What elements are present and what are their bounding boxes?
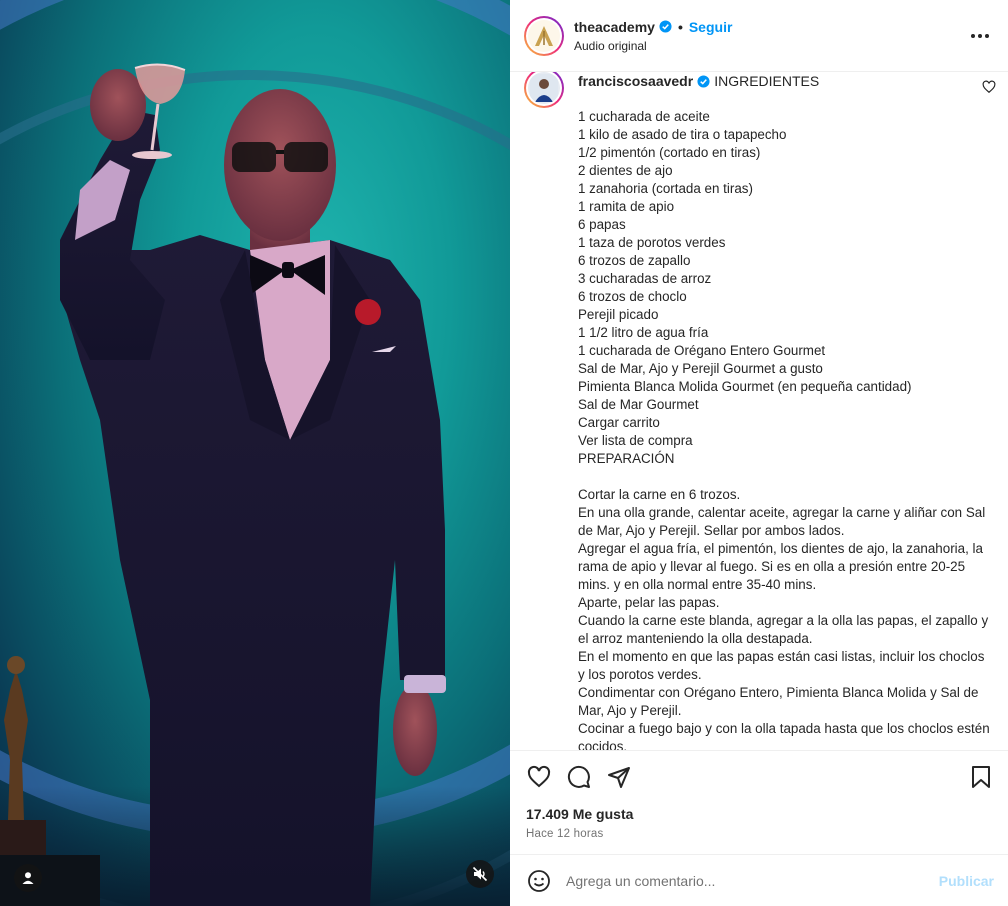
caption-line: Sal de Mar Gourmet <box>578 397 699 412</box>
author-username[interactable]: theacademy <box>574 19 655 35</box>
verified-badge-icon <box>697 74 710 88</box>
post-timestamp[interactable]: Hace 12 horas <box>510 822 1008 854</box>
caption-line: PREPARACIÓN <box>578 451 675 466</box>
caption-line: Condimentar con Orégano Entero, Pimienta… <box>578 685 979 718</box>
post-viewer: theacademy • Seguir Audio original franc… <box>0 0 1008 906</box>
comment-input[interactable] <box>566 872 939 889</box>
send-icon <box>608 766 630 788</box>
verified-badge-icon <box>659 20 672 33</box>
chef-avatar-icon <box>530 74 558 102</box>
share-button[interactable] <box>606 764 632 790</box>
post-video[interactable] <box>0 0 510 906</box>
audio-link[interactable]: Audio original <box>574 39 968 53</box>
user-icon <box>22 872 34 884</box>
comment-composer: Publicar <box>510 854 1008 906</box>
caption-line: Perejil picado <box>578 307 659 322</box>
more-options-button[interactable] <box>968 24 992 48</box>
commenter-avatar[interactable] <box>524 72 564 108</box>
heart-icon <box>527 765 551 787</box>
caption-title: INGREDIENTES <box>714 73 820 89</box>
follow-button[interactable]: Seguir <box>689 19 733 35</box>
muted-speaker-icon <box>472 866 488 882</box>
more-horizontal-icon <box>971 33 989 38</box>
emoji-button[interactable] <box>526 868 552 894</box>
caption-line: 6 trozos de choclo <box>578 289 687 304</box>
caption-line: En el momento en que las papas están cas… <box>578 649 985 682</box>
author-avatar[interactable] <box>524 15 564 56</box>
caption-line: Agregar el agua fría, el pimentón, los d… <box>578 541 983 592</box>
commenter-username[interactable]: franciscosaavedr <box>578 72 693 90</box>
caption-line: En una olla grande, calentar aceite, agr… <box>578 505 986 538</box>
author-info: theacademy • Seguir Audio original <box>574 19 968 53</box>
comment-button[interactable] <box>566 764 592 790</box>
caption-line: Cargar carrito <box>578 415 660 430</box>
mute-button[interactable] <box>466 860 494 888</box>
separator-dot: • <box>677 18 683 35</box>
caption-comment: franciscosaavedr INGREDIENTES 1 cucharad… <box>524 72 992 750</box>
caption-scroll-area[interactable]: franciscosaavedr INGREDIENTES 1 cucharad… <box>510 72 1008 750</box>
caption-body: franciscosaavedr INGREDIENTES 1 cucharad… <box>578 72 992 750</box>
man-in-tuxedo-toasting-image <box>0 63 446 906</box>
caption-line: Cocinar a fuego bajo y con la olla tapad… <box>578 721 990 750</box>
caption-line: 6 trozos de zapallo <box>578 253 691 268</box>
caption-line: 6 papas <box>578 217 626 232</box>
likes-count[interactable]: 17.409 Me gusta <box>510 802 1008 822</box>
caption-line: 2 dientes de ajo <box>578 163 673 178</box>
caption-line: 1 ramita de apio <box>578 199 675 214</box>
caption-line: 1 cucharada de aceite <box>578 109 710 124</box>
caption-line: 1 1/2 litro de agua fría <box>578 325 709 340</box>
caption-line: 1 zanahoria (cortada en tiras) <box>578 181 753 196</box>
caption-line: Cuando la carne este blanda, agregar a l… <box>578 613 989 646</box>
caption-line: Sal de Mar, Ajo y Perejil Gourmet a gust… <box>578 361 823 376</box>
tagged-users-button[interactable] <box>14 864 42 892</box>
caption-line: 1 taza de porotos verdes <box>578 235 726 250</box>
post-actions <box>510 750 1008 802</box>
comment-icon <box>567 765 590 788</box>
like-comment-heart-icon[interactable] <box>982 80 996 94</box>
caption-line: Cortar la carne en 6 trozos. <box>578 487 741 502</box>
bookmark-icon <box>972 765 990 788</box>
caption-line: 1 kilo de asado de tira o tapapecho <box>578 127 787 142</box>
caption-line: Ver lista de compra <box>578 433 693 448</box>
academy-logo-icon <box>535 25 553 46</box>
save-button[interactable] <box>968 764 994 790</box>
caption-line: 3 cucharadas de arroz <box>578 271 712 286</box>
caption-line: Pimienta Blanca Molida Gourmet (en peque… <box>578 379 912 394</box>
post-header: theacademy • Seguir Audio original <box>510 0 1008 72</box>
caption-line: 1 cucharada de Orégano Entero Gourmet <box>578 343 826 358</box>
like-button[interactable] <box>526 764 552 790</box>
ingredients-list: 1 cucharada de aceite 1 kilo de asado de… <box>578 108 992 468</box>
caption-line: Aparte, pelar las papas. <box>578 595 720 610</box>
publish-button[interactable]: Publicar <box>939 873 994 889</box>
preparation-list: Cortar la carne en 6 trozos. En una olla… <box>578 486 992 750</box>
caption-line: 1/2 pimentón (cortado en tiras) <box>578 145 761 160</box>
post-details-panel: theacademy • Seguir Audio original franc… <box>510 0 1008 906</box>
emoji-icon <box>528 869 550 892</box>
